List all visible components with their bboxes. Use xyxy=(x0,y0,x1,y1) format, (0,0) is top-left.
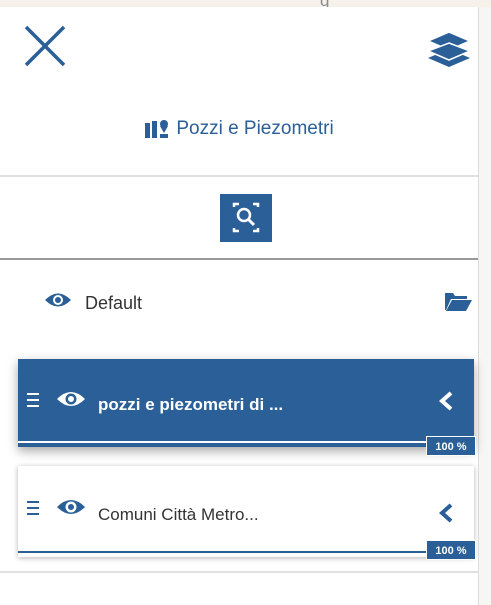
layers-icon xyxy=(426,31,472,67)
layers-button[interactable] xyxy=(426,29,472,73)
close-icon xyxy=(24,25,66,67)
close-button[interactable] xyxy=(22,23,68,69)
eye-icon[interactable] xyxy=(56,497,86,517)
chevron-left-icon[interactable] xyxy=(438,503,454,523)
zoom-to-extent-button[interactable] xyxy=(220,194,272,242)
layer-name: Comuni Città Metro... xyxy=(98,505,259,524)
drag-handle-icon[interactable] xyxy=(27,393,39,407)
map-marker-icon xyxy=(145,120,169,138)
drag-handle-icon[interactable] xyxy=(27,501,39,515)
folder-open-icon[interactable] xyxy=(443,290,473,312)
chevron-left-icon[interactable] xyxy=(438,391,454,411)
group-title-label: Pozzi e Piezometri xyxy=(176,118,334,139)
panel-border xyxy=(478,7,479,605)
layer-name: pozzi e piezometri di ... xyxy=(98,395,284,414)
divider xyxy=(0,571,478,573)
opacity-slider-track[interactable] xyxy=(18,441,438,443)
group-title: Pozzi e Piezometri xyxy=(0,118,478,140)
layer-item[interactable]: pozzi e piezometri di ... 100 % xyxy=(18,359,476,456)
top-strip xyxy=(0,0,491,7)
opacity-badge[interactable]: 100 % xyxy=(426,436,476,456)
default-group-row[interactable]: Default xyxy=(0,274,478,330)
layer-item[interactable]: Comuni Città Metro... 100 % xyxy=(18,466,476,560)
default-group-label: Default xyxy=(85,293,143,313)
eye-icon[interactable] xyxy=(44,291,72,309)
divider xyxy=(0,175,478,177)
divider xyxy=(0,258,478,260)
opacity-badge[interactable]: 100 % xyxy=(426,540,476,560)
zoom-to-extent-icon xyxy=(232,202,260,233)
eye-icon[interactable] xyxy=(56,389,86,409)
map-edge xyxy=(478,7,491,605)
opacity-slider-track[interactable] xyxy=(18,551,438,553)
